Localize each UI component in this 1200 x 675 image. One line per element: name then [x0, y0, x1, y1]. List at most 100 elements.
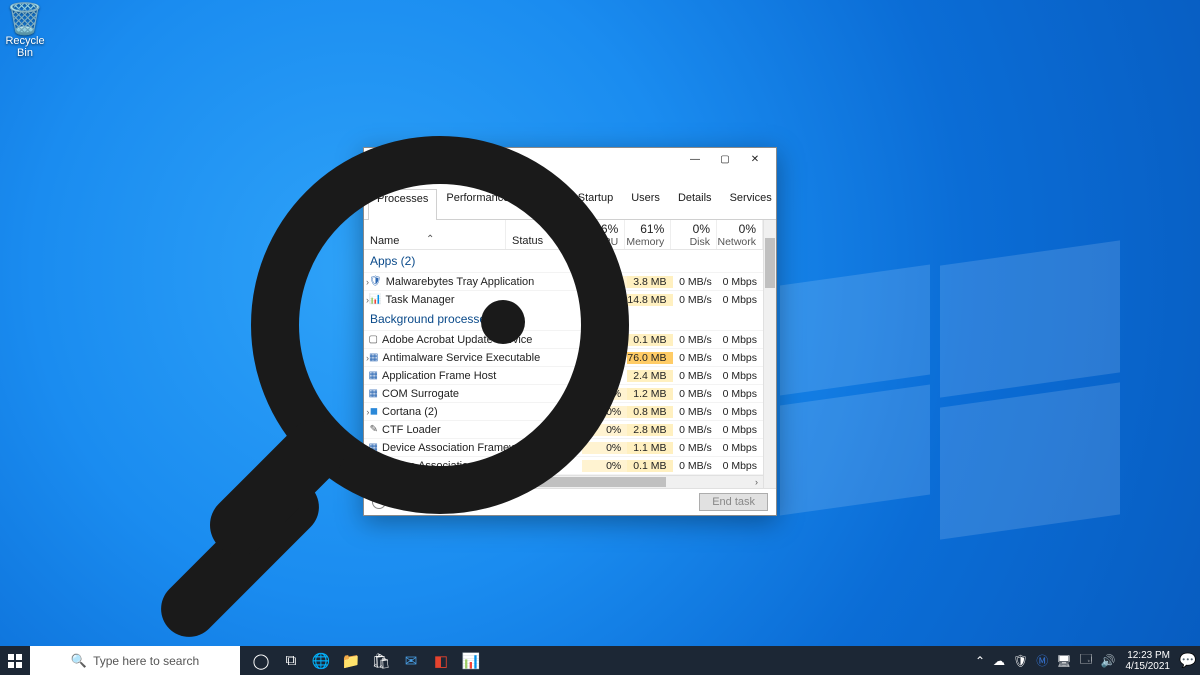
search-icon: 🔍	[71, 653, 87, 669]
menu-file[interactable]: File	[372, 173, 390, 185]
process-row[interactable]: ›◼Cortana (2)0%0.8 MB0 MB/s0 Mbps	[364, 402, 763, 420]
process-name: Device Association Framework …	[382, 460, 582, 472]
cell-memory: 0.8 MB	[627, 406, 672, 418]
office-icon[interactable]: ◧	[426, 646, 456, 675]
recycle-bin-label: Recycle Bin	[4, 35, 46, 59]
task-view-icon[interactable]: ⧉	[276, 646, 306, 675]
tray-security-icon[interactable]: 🛡	[1013, 654, 1028, 668]
process-row[interactable]: ›📊Task Manager14.8 MB0 MB/s0 Mbps	[364, 290, 763, 308]
process-row[interactable]: ✎CTF Loader0%2.8 MB0 MB/s0 Mbps	[364, 420, 763, 438]
process-row[interactable]: ›▦Antimalware Service Executable76.0 MB0…	[364, 348, 763, 366]
tab-app-history[interactable]: App history	[518, 188, 568, 219]
file-explorer-icon[interactable]: 📁	[336, 646, 366, 675]
taskbar: 🔍 Type here to search ◯ ⧉ 🌐 📁 🛍 ✉ ◧ 📊 ⌃ …	[0, 646, 1200, 675]
menubar: File Options View	[364, 170, 776, 188]
cell-memory: 1.2 MB	[627, 388, 672, 400]
cell-memory: 76.0 MB	[627, 352, 672, 364]
process-row[interactable]: ▦COM Surrogate0%1.2 MB0 MB/s0 Mbps	[364, 384, 763, 402]
cortana-icon[interactable]: ◯	[246, 646, 276, 675]
process-group-header[interactable]: Background processes (44)	[364, 308, 763, 330]
process-name: CTF Loader	[382, 424, 582, 436]
tray-malwarebytes-icon[interactable]: Ⓜ	[1036, 652, 1048, 669]
cell-disk: 0 MB/s	[673, 352, 718, 364]
process-name: Device Association Framework …	[382, 442, 582, 454]
fewer-details-link[interactable]: Fewer details	[392, 496, 457, 508]
process-name: COM Surrogate	[382, 388, 582, 400]
process-icon: ◼	[370, 405, 378, 419]
tab-details[interactable]: Details	[669, 188, 721, 219]
action-center-icon[interactable]: 💬	[1176, 646, 1200, 675]
tab-performance[interactable]: Performance	[437, 188, 518, 219]
process-icon: ▦	[369, 351, 378, 365]
cell-memory: 0.1 MB	[627, 334, 672, 346]
col-name[interactable]: Name	[364, 220, 506, 249]
cell-network: 0 Mbps	[718, 352, 763, 364]
store-icon[interactable]: 🛍	[366, 646, 396, 675]
tabs: Processes Performance App history Startu…	[364, 188, 776, 220]
search-placeholder: Type here to search	[93, 654, 199, 668]
cell-disk: 0 MB/s	[673, 442, 718, 454]
process-row[interactable]: ▢Adobe Acrobat Update Service0.1 MB0 MB/…	[364, 330, 763, 348]
mail-icon[interactable]: ✉	[396, 646, 426, 675]
col-network[interactable]: 0%Network	[717, 220, 763, 249]
process-icon: ▦	[369, 387, 378, 401]
cell-disk: 0 MB/s	[673, 370, 718, 382]
process-group-header[interactable]: Apps (2)	[364, 250, 763, 272]
tray-network-icon[interactable]: 🖥	[1056, 654, 1071, 668]
vertical-scrollbar[interactable]	[763, 220, 776, 488]
end-task-button[interactable]: End task	[699, 493, 768, 511]
app-icon: 📊	[370, 152, 384, 166]
horizontal-scrollbar[interactable]: ›	[364, 475, 763, 488]
process-row[interactable]: ›🛡Malwarebytes Tray Application0%3.8 MB0…	[364, 272, 763, 290]
cell-cpu: 0%	[582, 276, 627, 288]
cell-network: 0 Mbps	[718, 406, 763, 418]
minimize-button[interactable]: —	[680, 152, 710, 166]
clock-date: 4/15/2021	[1126, 661, 1171, 672]
tray-onedrive-icon[interactable]: ☁	[993, 654, 1005, 668]
tab-services[interactable]: Services	[721, 188, 781, 219]
col-memory[interactable]: 61%Memory	[625, 220, 671, 249]
col-disk[interactable]: 0%Disk	[671, 220, 717, 249]
task-manager-icon[interactable]: 📊	[456, 646, 486, 675]
process-icon: ▢	[369, 333, 378, 347]
close-button[interactable]: ✕	[740, 152, 770, 166]
col-status[interactable]: Status	[506, 220, 580, 249]
tray-volume-icon[interactable]: 🔊	[1101, 654, 1116, 668]
tray-display-icon[interactable]: 🗔	[1080, 650, 1093, 671]
cell-cpu: 0%	[582, 424, 627, 436]
tab-processes[interactable]: Processes	[368, 189, 437, 220]
tab-users[interactable]: Users	[622, 188, 669, 219]
process-row[interactable]: ▦Device Association Framework …0%1.1 MB0…	[364, 438, 763, 456]
search-input[interactable]: 🔍 Type here to search	[30, 646, 240, 675]
menu-view[interactable]: View	[452, 173, 476, 185]
process-icon: ▦	[369, 369, 378, 383]
process-grid: Name Status 6%CPU 61%Memory 0%Disk 0%Net…	[364, 220, 776, 488]
tray-chevron-icon[interactable]: ⌃	[975, 654, 985, 668]
process-row[interactable]: ▦Application Frame Host2.4 MB0 MB/s0 Mbp…	[364, 366, 763, 384]
cell-disk: 0 MB/s	[673, 388, 718, 400]
cell-network: 0 Mbps	[718, 442, 763, 454]
edge-icon[interactable]: 🌐	[306, 646, 336, 675]
recycle-bin-icon[interactable]: 🗑️ Recycle Bin	[4, 5, 46, 59]
cell-disk: 0 MB/s	[673, 406, 718, 418]
process-name: Cortana (2)	[382, 406, 582, 418]
process-icon: ▦	[369, 459, 378, 473]
titlebar[interactable]: 📊 Task Manager — ▢ ✕	[364, 148, 776, 170]
process-name: Task Manager	[385, 294, 582, 306]
window-title: Task Manager	[390, 153, 680, 165]
cell-memory: 14.8 MB	[627, 294, 672, 306]
fewer-details-icon[interactable]: ⌃	[372, 495, 386, 509]
maximize-button[interactable]: ▢	[710, 152, 740, 166]
cell-memory: 0.1 MB	[627, 460, 672, 472]
cell-cpu: 0%	[582, 460, 627, 472]
clock[interactable]: 12:23 PM 4/15/2021	[1120, 646, 1177, 675]
cell-network: 0 Mbps	[718, 424, 763, 436]
trash-icon: 🗑️	[4, 5, 46, 35]
desktop: 🗑️ Recycle Bin 📊 Task Manager — ▢ ✕ File…	[0, 0, 1200, 675]
process-name: Application Frame Host	[382, 370, 582, 382]
tab-startup[interactable]: Startup	[569, 188, 622, 219]
process-row[interactable]: ▦Device Association Framework …0%0.1 MB0…	[364, 456, 763, 474]
start-button[interactable]	[0, 646, 30, 675]
col-cpu[interactable]: 6%CPU	[580, 220, 626, 249]
menu-options[interactable]: Options	[402, 173, 440, 185]
